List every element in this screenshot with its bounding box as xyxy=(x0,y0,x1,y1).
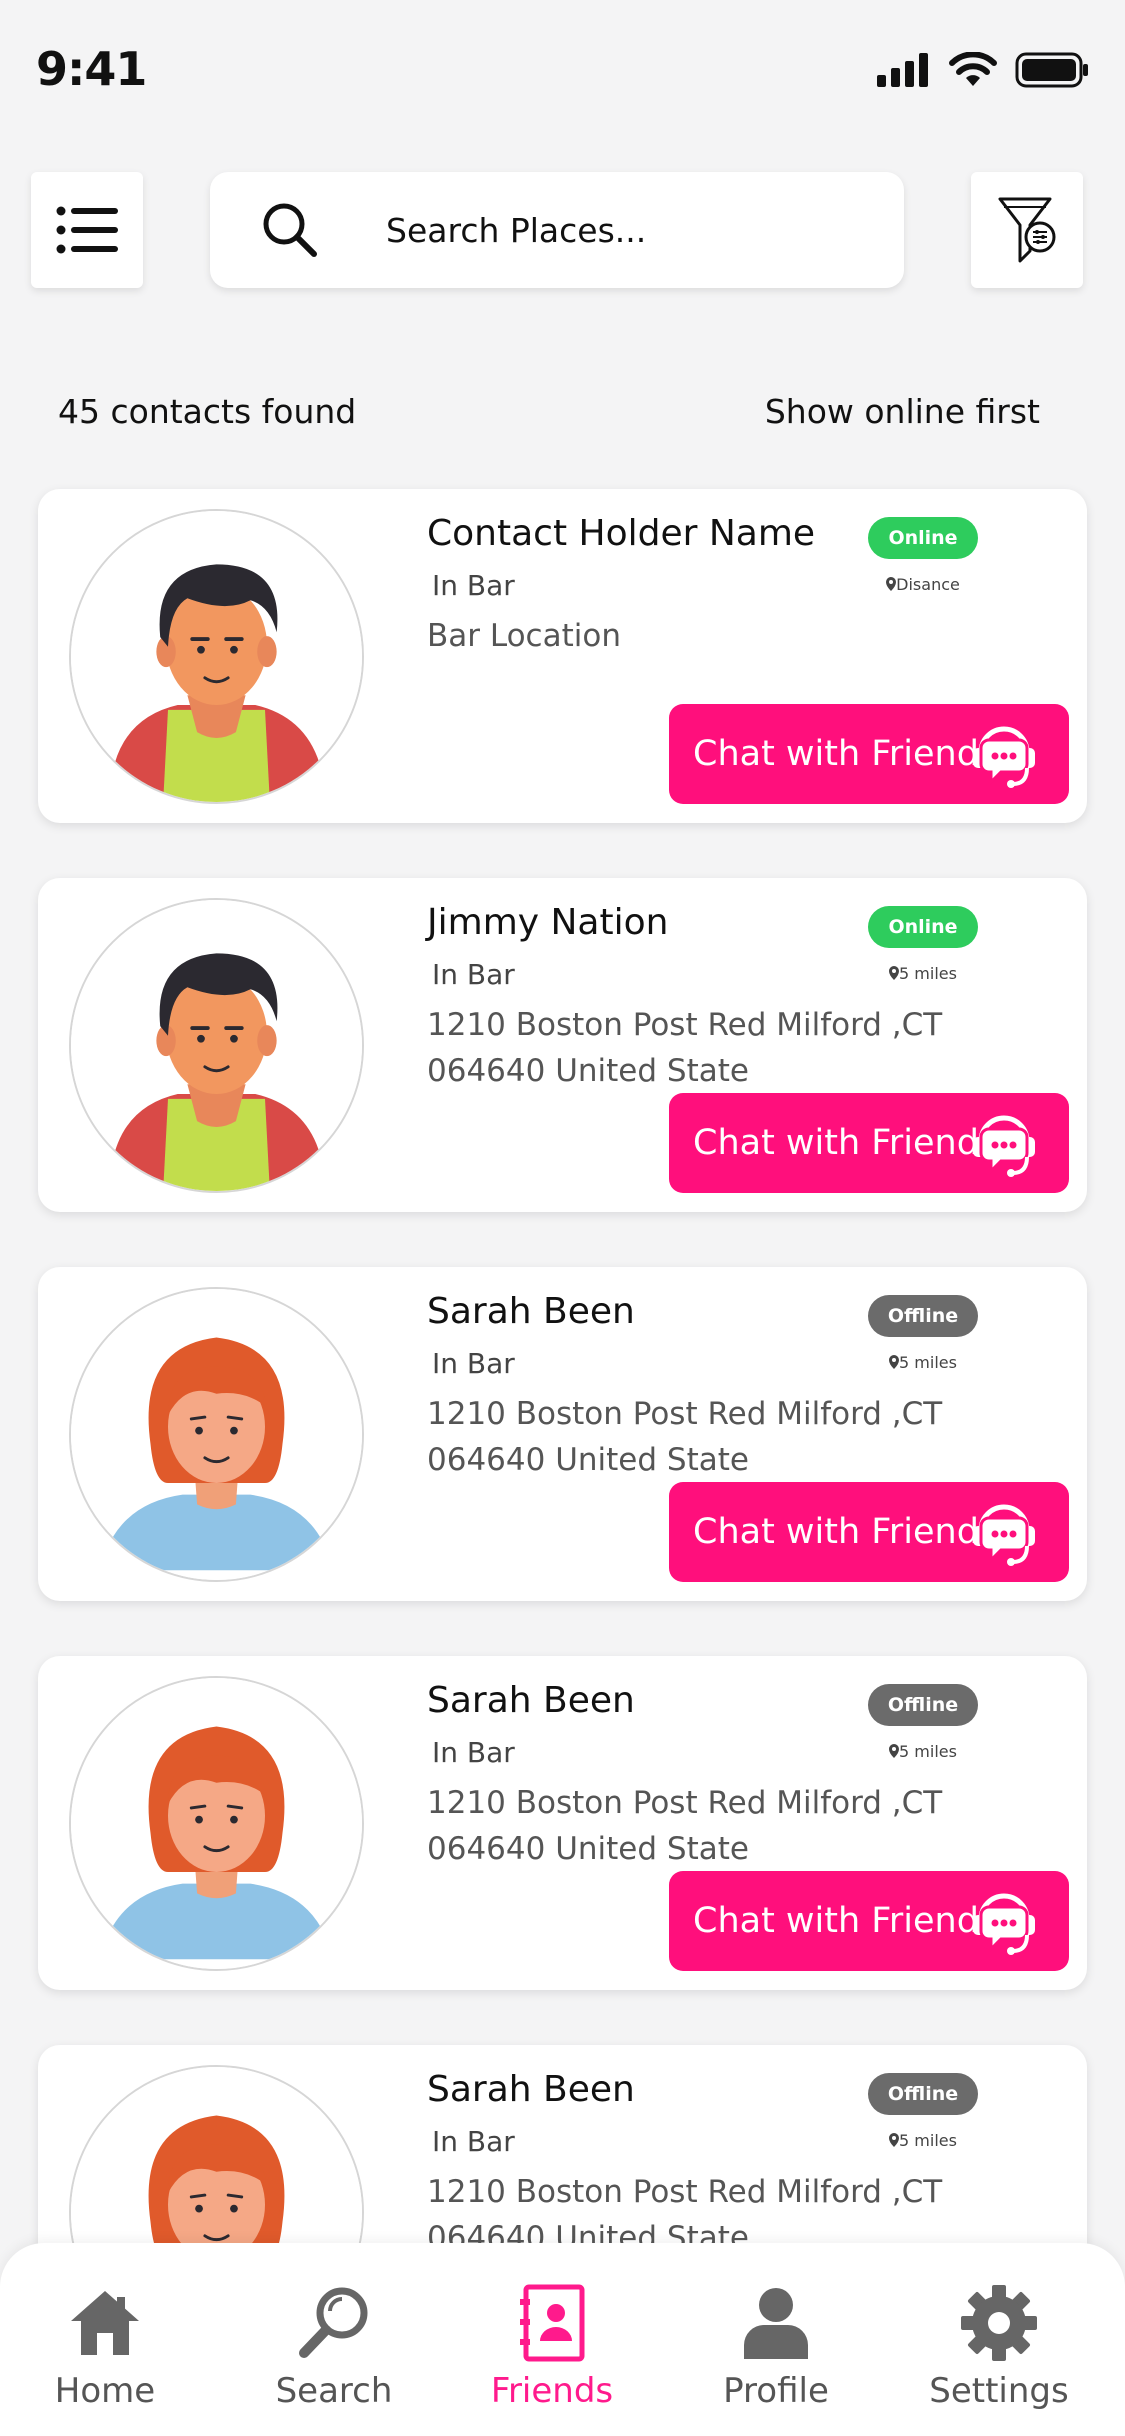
status-badge: Offline xyxy=(868,1295,978,1337)
nav-label-search: Search xyxy=(275,2371,393,2411)
distance-text: 5 miles xyxy=(899,964,957,983)
contact-name: Sarah Been xyxy=(427,2069,635,2110)
contacts-count: 45 contacts found xyxy=(58,392,357,431)
search-icon xyxy=(299,2287,368,2358)
nav-label-settings: Settings xyxy=(929,2371,1069,2411)
contact-venue: In Bar xyxy=(432,2125,515,2158)
chat-support-icon xyxy=(973,1115,1035,1177)
contact-address: 1210 Boston Post Red Milford ,CT 064640 … xyxy=(427,1396,943,1478)
chat-button-label: Chat with Friend xyxy=(693,734,979,774)
contact-venue: In Bar xyxy=(432,569,515,602)
search-input[interactable] xyxy=(386,202,866,258)
nav-profile[interactable]: Profile xyxy=(686,2283,866,2411)
chat-support-icon xyxy=(973,1504,1035,1566)
nav-label-friends: Friends xyxy=(490,2371,614,2411)
contact-venue: In Bar xyxy=(432,958,515,991)
contact-venue: In Bar xyxy=(432,1347,515,1380)
search-bar[interactable] xyxy=(210,172,904,288)
user-icon xyxy=(744,2288,808,2359)
status-badge: Online xyxy=(868,906,978,948)
gear-icon xyxy=(961,2285,1037,2361)
status-icons xyxy=(877,52,1089,88)
sort-online-first-toggle[interactable]: Show online first xyxy=(765,392,1040,431)
nav-friends[interactable]: Friends xyxy=(462,2283,642,2411)
contact-name: Sarah Been xyxy=(427,1680,635,1721)
status-time: 9:41 xyxy=(36,42,147,96)
distance-label: 5 miles xyxy=(868,1742,978,1761)
contact-card[interactable]: Sarah Been In Bar 1210 Boston Post Red M… xyxy=(38,1656,1087,1990)
status-badge: Offline xyxy=(868,1684,978,1726)
search-icon xyxy=(263,203,317,257)
nav-label-profile: Profile xyxy=(723,2371,829,2411)
distance-text: Disance xyxy=(896,575,960,594)
chat-button-label: Chat with Friend xyxy=(693,1512,979,1552)
contact-name: Jimmy Nation xyxy=(427,902,669,943)
battery-icon xyxy=(1015,52,1088,88)
contact-venue: In Bar xyxy=(432,1736,515,1769)
status-badge: Offline xyxy=(868,2073,978,2115)
distance-label: Disance xyxy=(868,575,978,594)
avatar-illustration xyxy=(71,511,362,802)
chat-with-friend-button[interactable]: Chat with Friend xyxy=(669,704,1069,804)
avatar-illustration xyxy=(71,1289,362,1580)
wifi-icon xyxy=(949,52,997,86)
location-pin-icon xyxy=(889,2133,900,2147)
nav-home[interactable]: Home xyxy=(15,2283,195,2411)
location-pin-icon xyxy=(889,966,900,980)
contacts-book-icon xyxy=(520,2284,585,2362)
filter-button[interactable] xyxy=(971,172,1083,288)
contact-name: Contact Holder Name xyxy=(427,513,816,554)
contact-card[interactable]: Jimmy Nation In Bar 1210 Boston Post Red… xyxy=(38,878,1087,1212)
contact-address: 1210 Boston Post Red Milford ,CT 064640 … xyxy=(427,1785,943,1867)
filter-icon xyxy=(998,197,1056,263)
distance-label: 5 miles xyxy=(868,1353,978,1372)
signal-icon xyxy=(877,53,928,87)
distance-text: 5 miles xyxy=(899,1742,957,1761)
menu-icon xyxy=(56,206,118,254)
status-badge: Online xyxy=(868,517,978,559)
avatar xyxy=(69,1676,364,1971)
chat-support-icon xyxy=(973,1893,1035,1955)
contact-address: Bar Location xyxy=(427,618,621,654)
distance-text: 5 miles xyxy=(899,2131,957,2150)
avatar xyxy=(69,509,364,804)
contact-address: 1210 Boston Post Red Milford ,CT 064640 … xyxy=(427,1007,943,1089)
chat-support-icon xyxy=(973,726,1035,788)
avatar xyxy=(69,1287,364,1582)
menu-button[interactable] xyxy=(31,172,143,288)
location-pin-icon xyxy=(889,1355,900,1369)
avatar-illustration xyxy=(71,1678,362,1969)
chat-button-label: Chat with Friend xyxy=(693,1901,979,1941)
chat-with-friend-button[interactable]: Chat with Friend xyxy=(669,1482,1069,1582)
nav-search[interactable]: Search xyxy=(244,2283,424,2411)
home-icon xyxy=(71,2291,139,2355)
contact-card[interactable]: Sarah Been In Bar 1210 Boston Post Red M… xyxy=(38,1267,1087,1601)
nav-settings[interactable]: Settings xyxy=(909,2283,1089,2411)
status-bar: 9:41 xyxy=(0,0,1125,140)
avatar-illustration xyxy=(71,900,362,1191)
chat-button-label: Chat with Friend xyxy=(693,1123,979,1163)
contact-name: Sarah Been xyxy=(427,1291,635,1332)
chat-with-friend-button[interactable]: Chat with Friend xyxy=(669,1871,1069,1971)
location-pin-icon xyxy=(889,1744,900,1758)
chat-with-friend-button[interactable]: Chat with Friend xyxy=(669,1093,1069,1193)
nav-label-home: Home xyxy=(54,2371,156,2411)
contact-card[interactable]: Contact Holder Name In Bar Bar Location … xyxy=(38,489,1087,823)
distance-label: 5 miles xyxy=(868,2131,978,2150)
distance-label: 5 miles xyxy=(868,964,978,983)
location-pin-icon xyxy=(886,577,897,591)
bottom-nav: Home Search Friends Profile Settings xyxy=(0,2243,1125,2436)
avatar xyxy=(69,898,364,1193)
distance-text: 5 miles xyxy=(899,1353,957,1372)
